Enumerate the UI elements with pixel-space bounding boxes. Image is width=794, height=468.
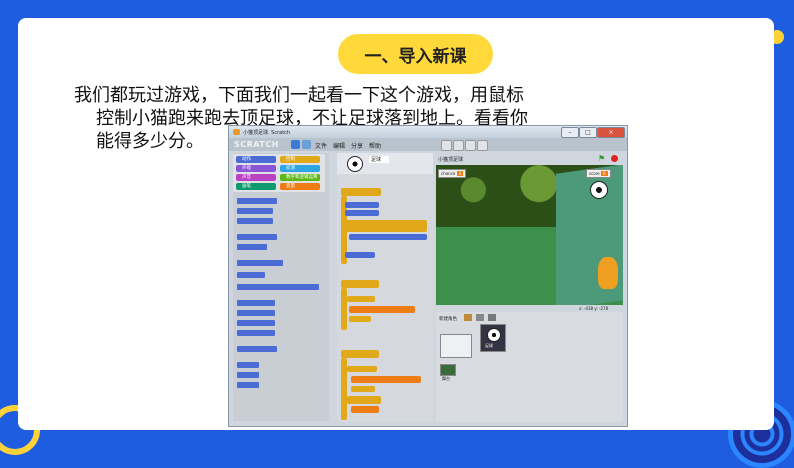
sprite-name-field[interactable]: 足球 xyxy=(369,156,390,163)
script-block[interactable] xyxy=(351,386,375,392)
script-block[interactable] xyxy=(345,252,375,258)
script-if-block[interactable] xyxy=(345,220,427,232)
script-block[interactable] xyxy=(345,202,379,208)
stage-header: 小猫顶足球 ⚑ xyxy=(436,153,624,165)
palette-block[interactable] xyxy=(237,362,259,368)
sprite-list-pane: 新建角色 足球 舞台 xyxy=(436,312,623,422)
random-sprite-icon[interactable] xyxy=(488,314,496,321)
category-motion[interactable]: 动作 xyxy=(236,156,276,163)
palette-block[interactable] xyxy=(237,284,319,290)
menu-file[interactable]: 文件 xyxy=(315,141,327,150)
category-pen[interactable]: 画笔 xyxy=(236,183,276,190)
script-block[interactable] xyxy=(349,306,415,313)
script-hat-block[interactable] xyxy=(341,280,379,288)
palette-block[interactable] xyxy=(237,244,267,250)
category-variables[interactable]: 变量 xyxy=(280,183,320,190)
stage-thumbnail[interactable] xyxy=(440,364,456,376)
category-control[interactable]: 控制 xyxy=(280,156,320,163)
scratch-window: 小猫顶足球. Scratch – □ × SCRATCH 文件 编辑 分享 帮助… xyxy=(228,125,628,427)
stop-icon[interactable] xyxy=(611,155,618,162)
scripts-area[interactable] xyxy=(337,174,433,422)
score-label: score xyxy=(589,171,600,176)
category-looks[interactable]: 外观 xyxy=(236,165,276,172)
palette-block[interactable] xyxy=(237,382,259,388)
close-button[interactable]: × xyxy=(597,127,625,138)
chance-monitor: chance 3 xyxy=(438,169,467,178)
category-sensing[interactable]: 侦测 xyxy=(280,165,320,172)
script-block[interactable] xyxy=(345,210,379,216)
menu-help[interactable]: 帮助 xyxy=(369,141,381,150)
palette-block[interactable] xyxy=(237,208,273,214)
script-block[interactable] xyxy=(351,376,421,383)
script-block[interactable] xyxy=(349,234,427,240)
category-operators[interactable]: 数字和逻辑运算 xyxy=(280,174,320,181)
cat-sprite[interactable] xyxy=(598,257,618,289)
menu-edit[interactable]: 编辑 xyxy=(333,141,345,150)
menu-share[interactable]: 分享 xyxy=(351,141,363,150)
stage-title: 小猫顶足球 xyxy=(438,157,464,163)
script-block[interactable] xyxy=(347,296,375,302)
palette-block[interactable] xyxy=(237,346,277,352)
palette-block[interactable] xyxy=(237,372,259,378)
palette-block[interactable] xyxy=(237,330,275,336)
paint-sprite-icon[interactable] xyxy=(464,314,472,321)
choose-sprite-icon[interactable] xyxy=(476,314,484,321)
chance-label: chance xyxy=(441,171,456,176)
script-hat-block[interactable] xyxy=(341,350,379,358)
palette-block[interactable] xyxy=(237,272,265,278)
stamp-tool-icon[interactable] xyxy=(441,140,452,151)
ball-thumbnail-label: 足球 xyxy=(485,343,493,348)
maximize-button[interactable]: □ xyxy=(579,127,597,138)
script-block[interactable] xyxy=(351,406,379,413)
save-icon[interactable] xyxy=(302,140,311,149)
green-flag-icon[interactable]: ⚑ xyxy=(598,154,605,163)
minimize-button[interactable]: – xyxy=(561,127,579,138)
ball-sprite-icon xyxy=(347,156,363,172)
ball-thumbnail-icon xyxy=(487,328,501,342)
chance-value: 3 xyxy=(456,171,464,176)
globe-icon[interactable] xyxy=(291,140,300,149)
stage-canvas[interactable]: chance 3 score 0 xyxy=(436,165,623,305)
mouse-coords: x: -438 y: -278 xyxy=(579,306,609,311)
ball-sprite-thumbnail[interactable]: 足球 xyxy=(480,324,506,352)
category-panel: 动作 外观 声音 画笔 控制 侦测 数字和逻辑运算 变量 xyxy=(233,154,325,192)
cat-sprite-thumbnail[interactable] xyxy=(440,334,472,358)
palette-block[interactable] xyxy=(237,218,273,224)
scratch-logo: SCRATCH xyxy=(234,140,279,149)
window-titlebar[interactable]: 小猫顶足球. Scratch – □ × xyxy=(229,126,627,138)
palette-block[interactable] xyxy=(237,320,275,326)
category-sound[interactable]: 声音 xyxy=(236,174,276,181)
soccer-ball-sprite[interactable] xyxy=(590,181,608,199)
palette-block[interactable] xyxy=(237,300,275,306)
script-loop-block[interactable] xyxy=(341,288,347,330)
palette-block[interactable] xyxy=(237,198,277,204)
script-hat-block[interactable] xyxy=(341,188,381,196)
shrink-tool-icon[interactable] xyxy=(477,140,488,151)
palette-block[interactable] xyxy=(237,310,275,316)
stage-thumbnail-label: 舞台 xyxy=(442,376,450,381)
slide-title: 一、导入新课 xyxy=(338,34,493,74)
delete-tool-icon[interactable] xyxy=(453,140,464,151)
script-block[interactable] xyxy=(349,316,371,322)
palette-block[interactable] xyxy=(237,234,277,240)
scratch-app-icon xyxy=(233,129,240,135)
new-sprite-label: 新建角色 xyxy=(439,317,457,322)
score-value: 0 xyxy=(601,171,608,176)
palette-block[interactable] xyxy=(237,260,283,266)
score-monitor: score 0 xyxy=(586,169,611,178)
script-block[interactable] xyxy=(347,366,377,372)
menu-bar: SCRATCH 文件 编辑 分享 帮助 xyxy=(229,138,627,151)
script-block[interactable] xyxy=(347,396,381,404)
grow-tool-icon[interactable] xyxy=(465,140,476,151)
window-title: 小猫顶足球. Scratch xyxy=(243,130,291,136)
intro-line-1: 我们都玩过游戏，下面我们一起看一下这个游戏，用鼠标 xyxy=(74,85,524,106)
